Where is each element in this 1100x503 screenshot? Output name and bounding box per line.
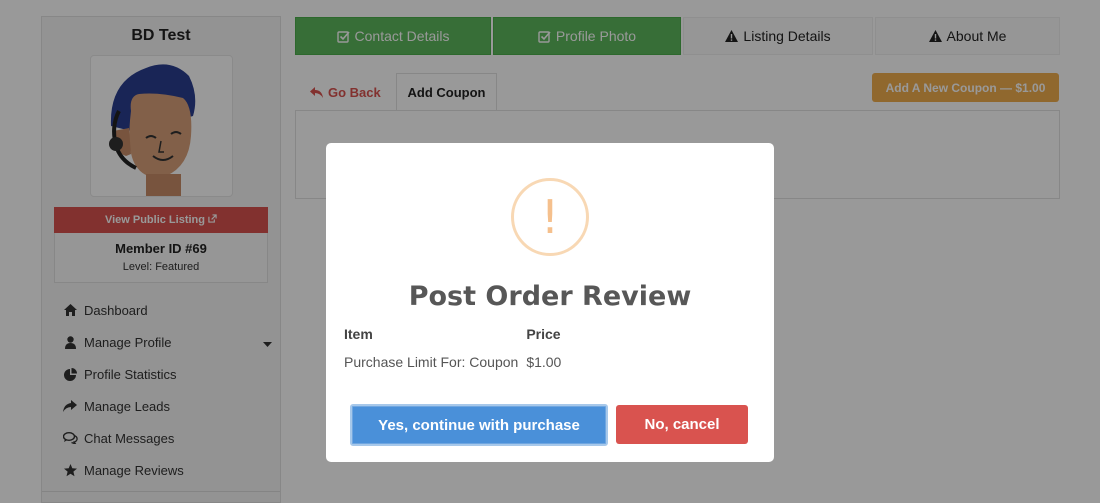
cancel-label: No, cancel xyxy=(644,416,720,433)
order-price-cell: $1.00 xyxy=(526,354,562,370)
dialog-title: Post Order Review xyxy=(408,281,692,312)
order-item-cell: Purchase Limit For: Coupon xyxy=(344,354,519,370)
confirm-label: Yes, continue with purchase xyxy=(378,416,580,434)
order-summary-table: Item Price Purchase Limit For: Coupon $1… xyxy=(344,324,569,372)
table-row: Purchase Limit For: Coupon $1.00 xyxy=(344,344,569,372)
warning-glyph: ! xyxy=(540,190,560,244)
confirm-purchase-button[interactable]: Yes, continue with purchase xyxy=(350,404,608,446)
column-header-price: Price xyxy=(526,326,561,342)
cancel-button[interactable]: No, cancel xyxy=(616,405,748,444)
column-header-item: Item xyxy=(344,326,373,342)
table-header-row: Item Price xyxy=(344,324,569,344)
post-order-review-dialog: ! Post Order Review Item Price Purchase … xyxy=(326,143,774,462)
exclamation-icon: ! xyxy=(511,178,589,256)
